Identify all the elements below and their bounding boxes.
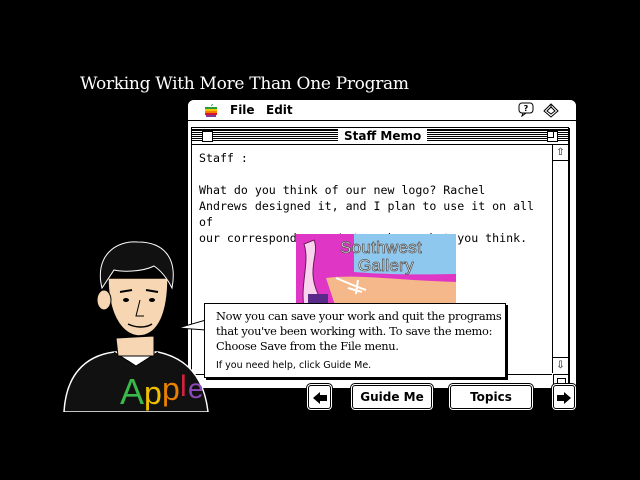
help-balloon: Now you can save your work and quit the … [204,303,506,378]
memo-greeting: Staff : [199,151,248,165]
zoom-box[interactable] [547,131,558,142]
topics-button[interactable]: Topics [450,385,532,409]
memo-line: What do you think of our new logo? Rache… [199,183,486,197]
close-box[interactable] [202,131,213,142]
next-button[interactable] [553,385,575,409]
balloon-line: Choose Save from the File menu. [216,339,399,353]
scroll-down-arrow-icon[interactable]: ⇩ [553,357,568,373]
memo-content[interactable]: Staff : What do you think of our new log… [199,150,549,246]
svg-text:l: l [180,370,187,403]
window-titlebar[interactable]: Staff Memo [192,128,568,145]
logo-text-gallery: Gallery [358,256,414,276]
svg-text:p: p [144,375,162,411]
logo-text-southwest: Southwest [340,238,423,258]
left-arrow-icon [312,391,327,404]
right-arrow-icon [557,391,571,404]
balloon-help-icon[interactable]: ? [518,102,534,117]
svg-text:p: p [162,371,180,407]
memo-line: Andrews designed it, and I plan to use i… [199,199,535,229]
guide-me-button[interactable]: Guide Me [352,385,432,409]
application-menu-icon[interactable] [542,102,560,118]
back-button[interactable] [308,385,331,409]
window-title: Staff Memo [338,129,428,143]
balloon-instructions: Now you can save your work and quit the … [216,309,502,354]
balloon-line: Now you can save your work and quit the … [216,309,502,323]
balloon-line: that you've been working with. To save t… [216,324,493,338]
svg-text:e: e [188,373,204,404]
menu-file[interactable]: File [230,103,255,117]
balloon-hint: If you need help, click Guide Me. [216,360,372,371]
vertical-scrollbar[interactable]: ⇧ ⇩ [552,145,568,373]
apple-menu-icon[interactable] [204,103,218,117]
balloon-tail [178,319,206,331]
southwest-gallery-logo: Southwest Gallery [296,234,456,308]
svg-text:A: A [120,371,144,412]
svg-text:?: ? [524,104,529,113]
scroll-up-arrow-icon[interactable]: ⇧ [553,145,568,161]
lesson-title: Working With More Than One Program [80,74,409,94]
menu-bar: File Edit ? [188,100,576,121]
menu-edit[interactable]: Edit [266,103,293,117]
